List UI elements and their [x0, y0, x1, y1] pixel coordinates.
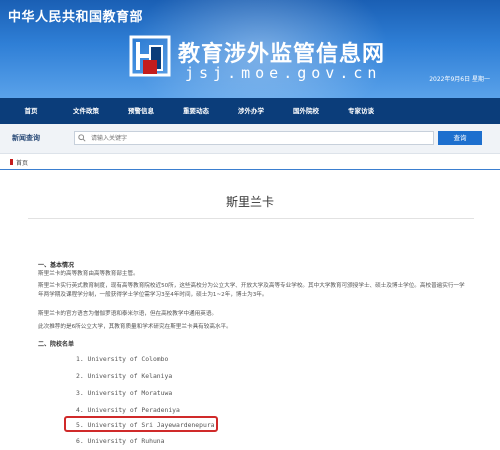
ministry-name[interactable]: 中华人民共和国教育部 — [8, 6, 143, 25]
site-domain: jsj.moe.gov.cn — [185, 64, 382, 82]
section-heading-school-list: 二、院校名单 — [38, 341, 75, 348]
news-search-bar: 新闻查询 查询 — [0, 124, 500, 154]
search-input[interactable] — [74, 131, 434, 145]
nav-item-warnings[interactable]: 预警信息 — [118, 98, 164, 124]
nav-item-home[interactable]: 首页 — [8, 98, 54, 124]
university-list-item: 4. University of Peradeniya — [76, 406, 180, 414]
nav-item-news[interactable]: 重要动态 — [173, 98, 219, 124]
site-logo-icon — [129, 35, 171, 77]
breadcrumb-marker — [10, 159, 13, 165]
paragraph-language: 斯里兰卡的官方语言为僧伽罗语和泰米尔语，但在高校教学中通用英语。 — [38, 311, 218, 317]
university-list-item: 6. University of Ruhuna — [76, 437, 165, 445]
search-button[interactable]: 查询 — [438, 131, 482, 145]
current-date: 2022年9月6日 星期一 — [429, 76, 490, 83]
section-heading-basic-info: 一、基本情况 — [38, 262, 75, 269]
breadcrumb-home-link[interactable]: 首页 — [16, 158, 28, 167]
nav-item-foreign-schools[interactable]: 涉外办学 — [228, 98, 274, 124]
university-list-item: 3. University of Moratuwa — [76, 389, 173, 397]
university-list-item: 2. University of Kelaniya — [76, 372, 173, 380]
paragraph-system: 斯里兰卡实行英式教育制度，现有高等教育院校近50所，这些高校分为公立大学、开放大… — [38, 283, 465, 298]
page-title: 斯里兰卡 — [225, 195, 274, 209]
header-banner: 中华人民共和国教育部 教育涉外监管信息网 jsj.moe.gov.cn 2022… — [0, 0, 500, 98]
nav-item-policy[interactable]: 文件政策 — [63, 98, 109, 124]
paragraph-authority: 斯里兰卡的高等教育由高等教育部主管。 — [38, 271, 139, 277]
main-nav: 首页 文件政策 预警信息 重要动态 涉外办学 国外院校 专家访谈 — [0, 98, 500, 124]
paragraph-recommendation: 此次推荐的是6所公立大学，其教育质量和学术研究在斯里兰卡具有较高水平。 — [38, 324, 232, 330]
nav-item-interviews[interactable]: 专家访谈 — [338, 98, 384, 124]
breadcrumb: 首页 — [0, 154, 500, 170]
nav-item-overseas-institutions[interactable]: 国外院校 — [283, 98, 329, 124]
university-list-item: 1. University of Colombo — [76, 355, 169, 363]
search-icon — [78, 134, 86, 142]
highlight-box — [64, 416, 218, 432]
title-divider — [28, 218, 474, 219]
search-title: 新闻查询 — [12, 134, 40, 142]
